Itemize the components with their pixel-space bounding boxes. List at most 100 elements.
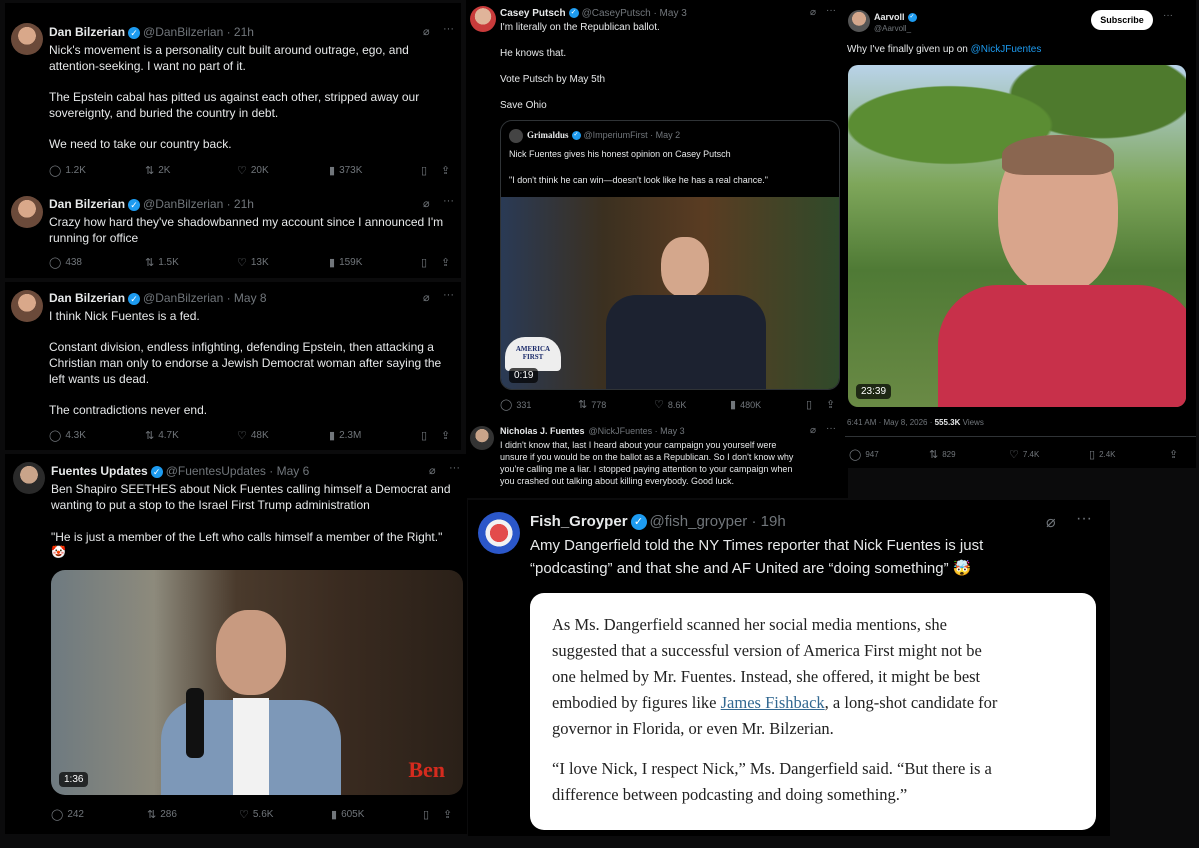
tweet-bilzerian-2[interactable]: Dan Bilzerian ✓ @DanBilzerian · 21h ⌀ ··· … [5, 186, 461, 278]
grok-icon[interactable]: ⌀ [1046, 512, 1056, 532]
like-button[interactable]: ♡ 48K [237, 429, 329, 442]
author-handle[interactable]: @NickJFuentes · May 3 [589, 426, 685, 436]
avatar[interactable] [470, 6, 496, 32]
views-icon: ▮ [329, 430, 336, 442]
avatar[interactable] [509, 129, 523, 143]
more-icon[interactable]: ··· [826, 423, 836, 434]
like-button[interactable]: ♡ 13K [237, 256, 329, 269]
avatar[interactable] [478, 512, 520, 554]
reply-button[interactable]: ◯ 242 [51, 808, 147, 821]
share-button[interactable]: ⇪ [441, 164, 450, 177]
share-button[interactable]: ⇪ [1169, 448, 1178, 461]
repost-button[interactable]: ⇅ 4.7K [145, 429, 237, 442]
avatar[interactable] [848, 10, 870, 32]
more-icon[interactable]: ··· [1076, 510, 1092, 528]
author-name[interactable]: Grimaldus [527, 130, 569, 140]
tweet-bilzerian-1[interactable]: Dan Bilzerian ✓ @DanBilzerian · 21h ⌀ ··· … [5, 3, 461, 186]
grok-icon[interactable]: ⌀ [810, 425, 816, 436]
author-handle[interactable]: @fish_groyper · 19h [650, 513, 786, 530]
reply-button[interactable]: ◯ 947 [849, 448, 929, 461]
views-button[interactable]: ▮ 159K [329, 256, 421, 269]
repost-button[interactable]: ⇅ 778 [578, 398, 654, 411]
avatar[interactable] [11, 23, 43, 55]
bookmark-button[interactable]: ▯ 2.4K [1089, 448, 1169, 461]
grok-icon[interactable]: ⌀ [423, 25, 430, 38]
share-button[interactable]: ⇪ [826, 398, 835, 411]
reply-button[interactable]: ◯ 4.3K [49, 429, 145, 442]
like-button[interactable]: ♡ 8.6K [654, 398, 730, 411]
author-name[interactable]: Casey Putsch [500, 8, 566, 19]
grok-icon[interactable]: ⌀ [423, 291, 430, 304]
article-link[interactable]: James Fishback [721, 693, 825, 712]
author-name[interactable]: Dan Bilzerian [49, 25, 125, 39]
tweet-bilzerian-3[interactable]: Dan Bilzerian ✓ @DanBilzerian · May 8 ⌀ ··… [5, 282, 461, 450]
like-button[interactable]: ♡ 7.4K [1009, 448, 1089, 461]
bookmark-button[interactable]: ▯ [421, 429, 441, 442]
author-handle[interactable]: @DanBilzerian · May 8 [143, 291, 267, 305]
quote-tweet[interactable]: Grimaldus ✓ @ImperiumFirst · May 2 Nick Fu… [500, 120, 840, 390]
more-icon[interactable]: ··· [443, 195, 454, 207]
video-thumbnail[interactable]: Ben 1:36 [51, 570, 463, 795]
author-handle[interactable]: @Aarvoll_ [874, 24, 911, 33]
tweet-fuentes-updates[interactable]: Fuentes Updates ✓ @FuentesUpdates · May 6 … [5, 454, 467, 834]
video-thumbnail[interactable]: AMERICA FIRST 0:19 [501, 197, 839, 389]
repost-button[interactable]: ⇅ 2K [145, 164, 237, 177]
share-button[interactable]: ⇪ [441, 256, 450, 269]
views-button[interactable]: ▮ 480K [730, 398, 806, 411]
author-name[interactable]: Dan Bilzerian [49, 197, 125, 211]
reply-button[interactable]: ◯ 1.2K [49, 164, 145, 177]
like-count: 5.6K [252, 809, 274, 820]
repost-button[interactable]: ⇅ 829 [929, 448, 1009, 461]
author-handle[interactable]: @DanBilzerian · 21h [143, 25, 254, 39]
repost-button[interactable]: ⇅ 1.5K [145, 256, 237, 269]
tweet-text-line: Nick's movement is a personality cult bu… [49, 43, 409, 57]
share-button[interactable]: ⇪ [443, 808, 452, 821]
post-timestamp[interactable]: 6:41 AM · May 8, 2026 · [847, 418, 935, 427]
author-name[interactable]: Dan Bilzerian [49, 291, 125, 305]
views-button[interactable]: ▮ 605K [331, 808, 423, 821]
tweet-nicholas-fuentes[interactable]: Nicholas J. Fuentes @NickJFuentes · May 3… [466, 418, 848, 498]
repost-button[interactable]: ⇅ 286 [147, 808, 239, 821]
share-button[interactable]: ⇪ [441, 429, 450, 442]
bookmark-button[interactable]: ▯ [421, 256, 441, 269]
tweet-casey-putsch[interactable]: Casey Putsch ✓ @CaseyPutsch · May 3 ⌀ ··· … [466, 0, 846, 418]
subscribe-button[interactable]: Subscribe [1091, 10, 1153, 30]
mention-link[interactable]: @NickJFuentes [971, 44, 1042, 55]
author-handle[interactable]: @DanBilzerian · 21h [143, 197, 254, 211]
views-button[interactable]: ▮ 2.3M [329, 429, 421, 442]
reply-button[interactable]: ◯ 438 [49, 256, 145, 269]
more-icon[interactable]: ··· [443, 289, 454, 301]
author-handle[interactable]: @FuentesUpdates · May 6 [166, 464, 310, 478]
grok-icon[interactable]: ⌀ [429, 464, 436, 477]
tweet-aarvoll[interactable]: Aarvoll ✓ @Aarvoll_ Subscribe ··· Why I'v… [845, 0, 1196, 468]
tweet-fish-groyper[interactable]: Fish_Groyper ✓ @fish_groyper · 19h ⌀ ··· A… [468, 500, 1110, 836]
bookmark-button[interactable]: ▯ [806, 398, 826, 411]
views-button[interactable]: ▮ 373K [329, 164, 421, 177]
author-handle[interactable]: @ImperiumFirst · May 2 [584, 130, 681, 140]
bookmark-button[interactable]: ▯ [421, 164, 441, 177]
avatar[interactable] [11, 196, 43, 228]
avatar[interactable] [11, 290, 43, 322]
grok-icon[interactable]: ⌀ [423, 197, 430, 210]
article-text-line: governor in Florida, or even Mr. Bilzeri… [552, 719, 834, 738]
more-icon[interactable]: ··· [443, 23, 454, 35]
more-icon[interactable]: ··· [1163, 10, 1173, 21]
bookmark-button[interactable]: ▯ [423, 808, 443, 821]
article-text-line: As Ms. Dangerfield scanned her social me… [552, 615, 947, 634]
author-name[interactable]: Fuentes Updates [51, 464, 148, 478]
author-name[interactable]: Aarvoll [874, 12, 905, 22]
reply-button[interactable]: ◯ 331 [500, 398, 578, 411]
more-icon[interactable]: ··· [449, 462, 460, 474]
author-name[interactable]: Nicholas J. Fuentes [500, 426, 585, 436]
like-button[interactable]: ♡ 20K [237, 164, 329, 177]
author-handle[interactable]: @CaseyPutsch · May 3 [582, 8, 687, 19]
avatar[interactable] [13, 462, 45, 494]
avatar[interactable] [470, 426, 494, 450]
grok-icon[interactable]: ⌀ [810, 7, 816, 18]
like-button[interactable]: ♡ 5.6K [239, 808, 331, 821]
video-thumbnail[interactable]: 23:39 [848, 65, 1186, 407]
author-name[interactable]: Fish_Groyper [530, 513, 628, 530]
like-count: 48K [250, 430, 269, 441]
more-icon[interactable]: ··· [826, 5, 836, 16]
article-screenshot[interactable]: As Ms. Dangerfield scanned her social me… [530, 593, 1096, 830]
